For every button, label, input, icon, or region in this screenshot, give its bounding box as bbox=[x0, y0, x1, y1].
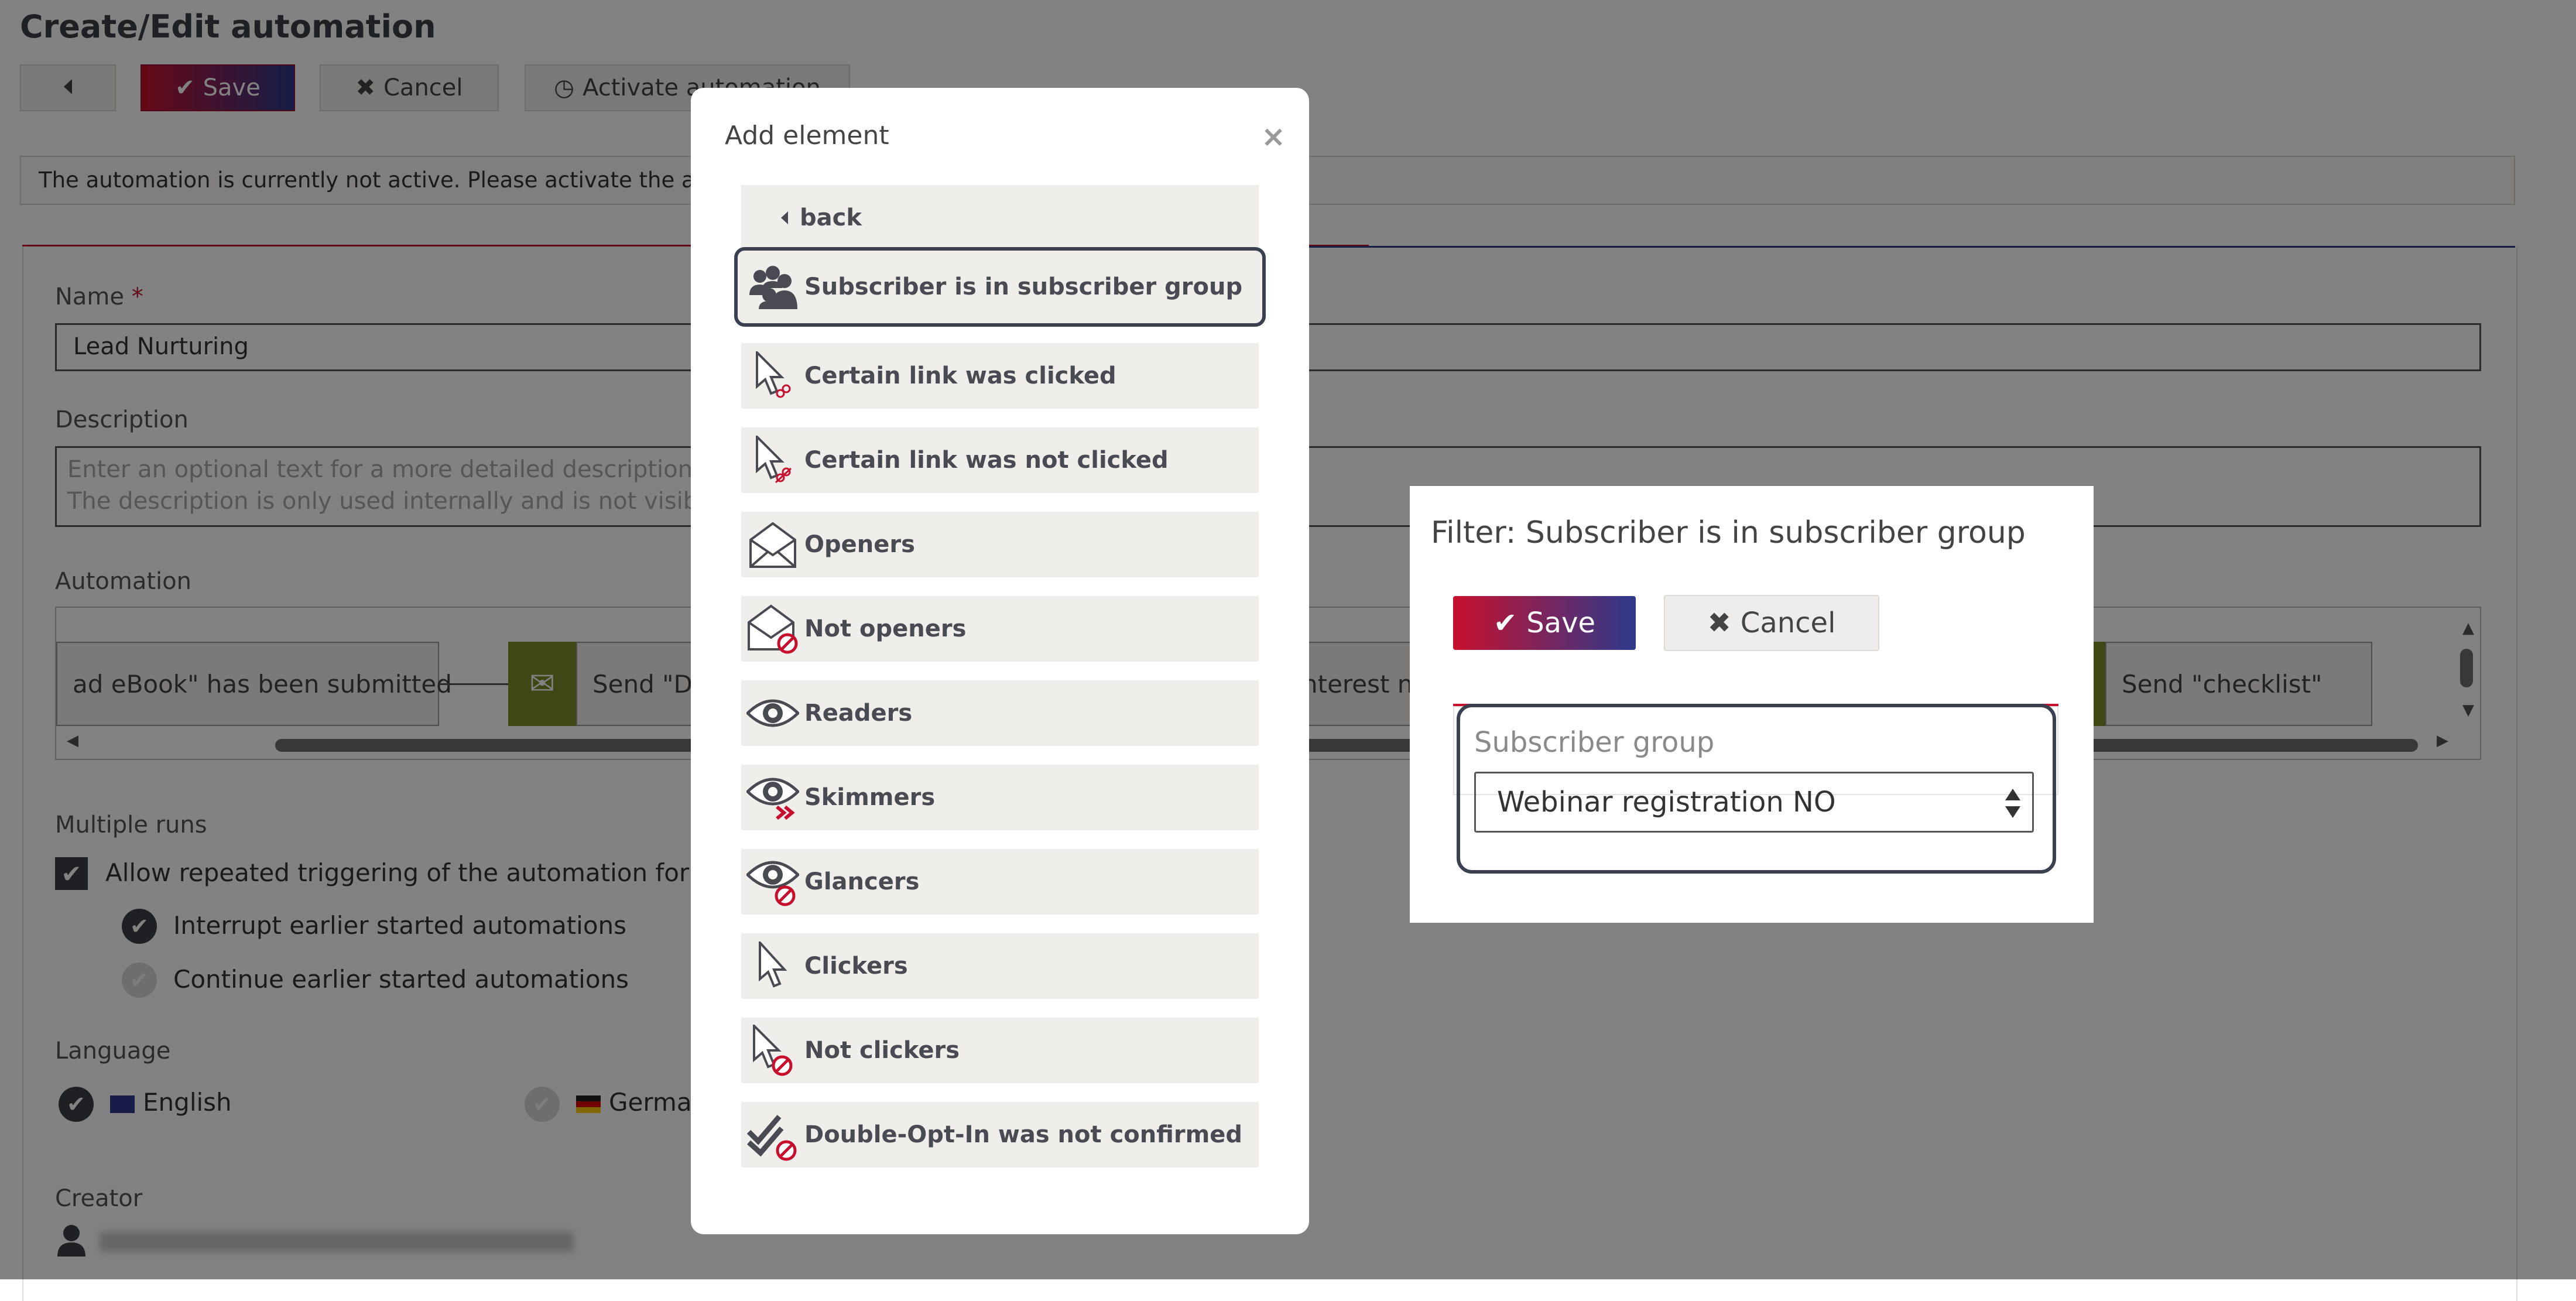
envelope-open-icon bbox=[741, 521, 804, 568]
filter-dialog: Filter: Subscriber is in subscriber grou… bbox=[1410, 486, 2094, 923]
cursor-link-icon bbox=[741, 351, 804, 400]
filter-save-label: Save bbox=[1526, 607, 1596, 639]
element-label: Certain link was not clicked bbox=[804, 447, 1169, 474]
element-label: Certain link was clicked bbox=[804, 362, 1116, 389]
element-label: Openers bbox=[804, 531, 915, 558]
element-link-not-clicked[interactable]: Certain link was not clicked bbox=[741, 427, 1259, 493]
element-double-opt-in-not-confirmed[interactable]: Double-Opt-In was not confirmed bbox=[741, 1102, 1259, 1168]
subscriber-group-select[interactable]: Webinar registration NO bbox=[1474, 772, 2034, 833]
element-openers[interactable]: Openers bbox=[741, 512, 1259, 577]
back-label: back bbox=[800, 204, 862, 231]
filter-save-button[interactable]: ✔ Save bbox=[1453, 596, 1636, 650]
element-label: Skimmers bbox=[804, 784, 936, 811]
modal-title: Add element bbox=[725, 121, 889, 150]
element-label: Glancers bbox=[804, 868, 920, 895]
element-label: Subscriber is in subscriber group bbox=[804, 273, 1243, 300]
filter-cancel-label: Cancel bbox=[1740, 607, 1836, 639]
close-icon[interactable]: × bbox=[1261, 119, 1286, 153]
element-label: Not clickers bbox=[804, 1037, 960, 1064]
envelope-not-icon bbox=[741, 604, 804, 654]
element-skimmers[interactable]: Skimmers bbox=[741, 765, 1259, 830]
element-not-openers[interactable]: Not openers bbox=[741, 596, 1259, 662]
eye-skim-icon bbox=[741, 774, 804, 821]
element-readers[interactable]: Readers bbox=[741, 680, 1259, 746]
cursor-link-not-icon bbox=[741, 436, 804, 485]
filter-cancel-button[interactable]: ✖ Cancel bbox=[1664, 595, 1879, 651]
eye-not-icon bbox=[741, 857, 804, 906]
element-label: Clickers bbox=[804, 953, 908, 980]
subscriber-group-value: Webinar registration NO bbox=[1497, 786, 1836, 819]
cursor-not-icon bbox=[741, 1025, 804, 1076]
select-arrows-icon bbox=[2004, 786, 2022, 820]
eye-icon bbox=[741, 696, 804, 731]
users-group-icon bbox=[741, 265, 804, 309]
element-label: Not openers bbox=[804, 615, 967, 642]
element-subscriber-in-group[interactable]: Subscriber is in subscriber group bbox=[734, 247, 1266, 327]
add-element-modal: Add element × back Subscriber is in subs… bbox=[691, 88, 1309, 1234]
double-check-not-icon bbox=[741, 1108, 804, 1161]
back-item[interactable]: back bbox=[741, 185, 1259, 251]
caret-left-icon bbox=[780, 204, 789, 231]
filter-title: Filter: Subscriber is in subscriber grou… bbox=[1431, 515, 2026, 550]
element-glancers[interactable]: Glancers bbox=[741, 849, 1259, 915]
check-icon: ✔ bbox=[1493, 607, 1517, 639]
element-not-clickers[interactable]: Not clickers bbox=[741, 1018, 1259, 1083]
element-label: Double-Opt-In was not confirmed bbox=[804, 1121, 1243, 1148]
subscriber-group-label: Subscriber group bbox=[1474, 726, 1715, 759]
cursor-icon bbox=[741, 941, 804, 991]
close-icon: ✖ bbox=[1707, 607, 1731, 639]
element-clickers[interactable]: Clickers bbox=[741, 933, 1259, 999]
element-link-clicked[interactable]: Certain link was clicked bbox=[741, 343, 1259, 409]
element-label: Readers bbox=[804, 700, 913, 727]
